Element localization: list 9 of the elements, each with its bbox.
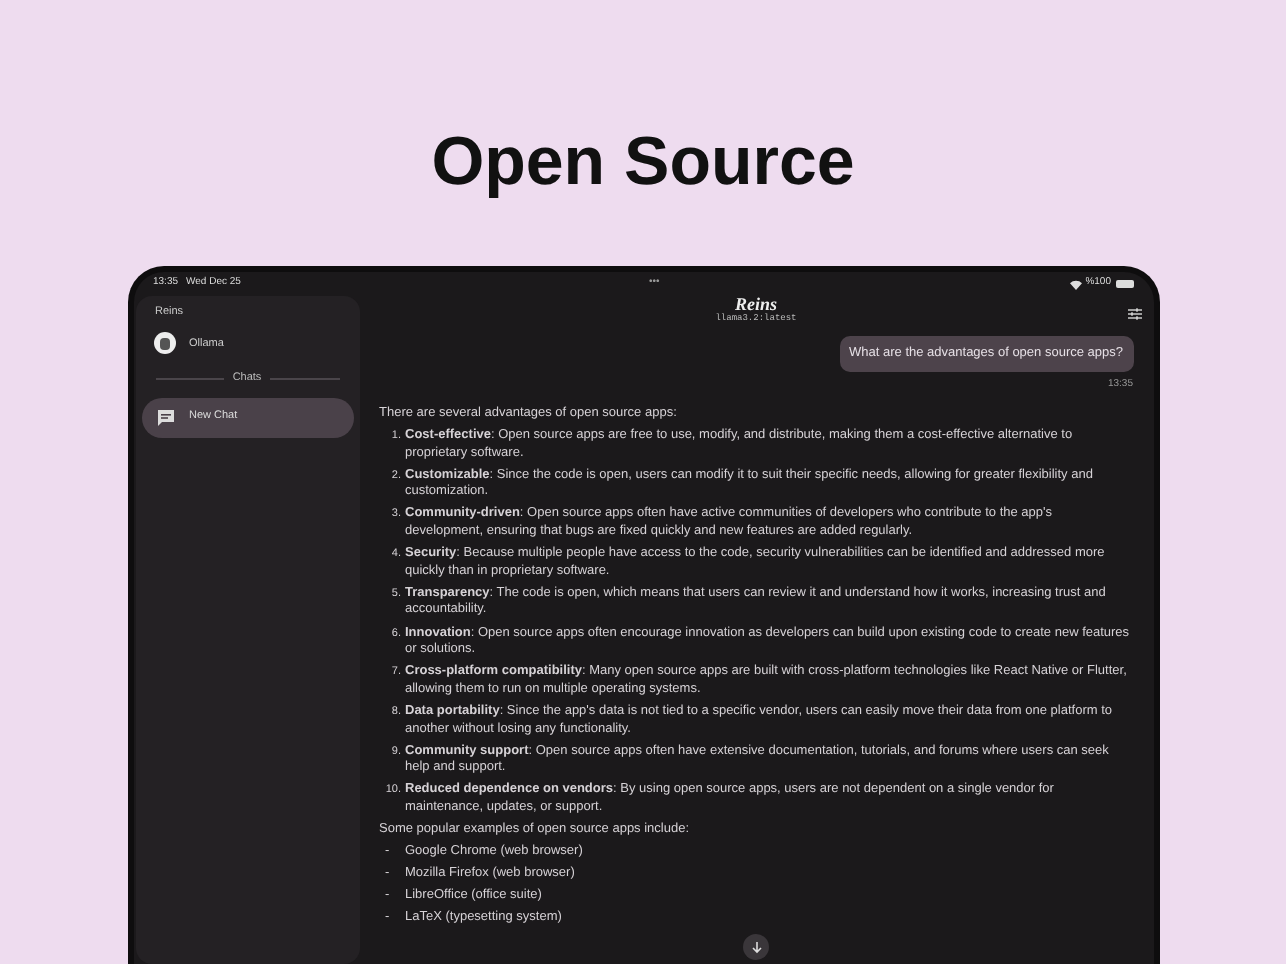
wifi-icon: [1069, 279, 1082, 289]
app-title: Reins: [734, 296, 777, 314]
battery-icon: [1115, 280, 1133, 288]
headline: Open Source: [431, 122, 855, 204]
chat-bubble-icon: [157, 409, 173, 425]
arrow-down-icon: [750, 941, 762, 953]
settings-sliders-icon[interactable]: [1127, 308, 1141, 320]
scroll-down-button[interactable]: [743, 934, 769, 960]
avatar-icon: [153, 332, 175, 355]
